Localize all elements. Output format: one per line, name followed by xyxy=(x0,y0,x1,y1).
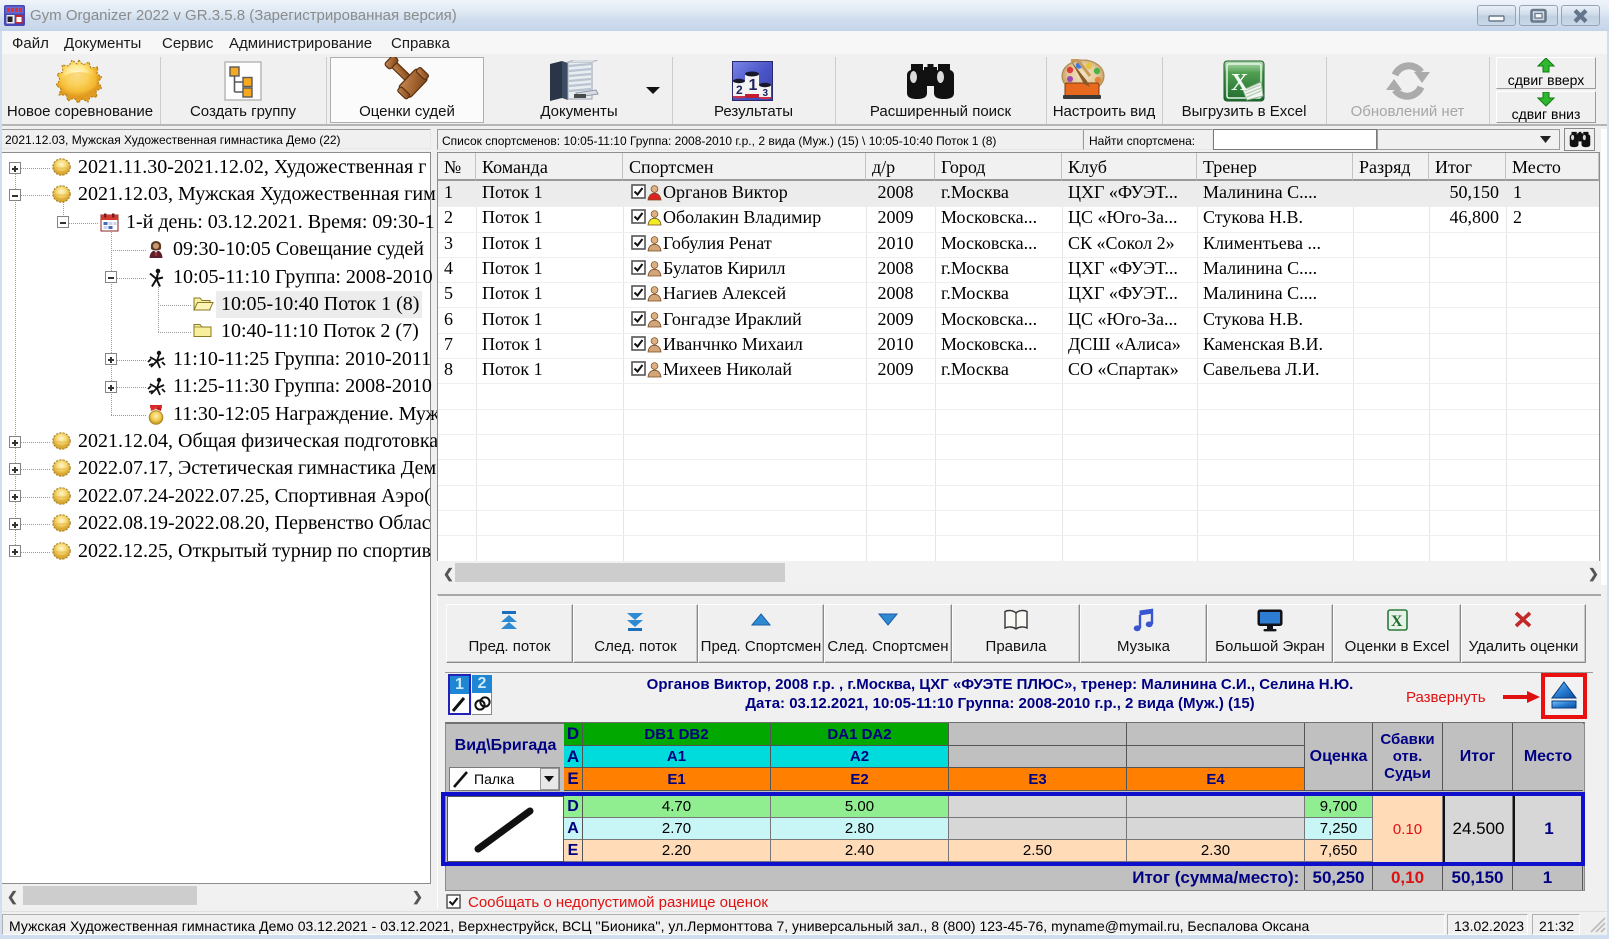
svg-text:3: 3 xyxy=(763,88,769,99)
svg-text:2: 2 xyxy=(736,83,743,97)
svg-text:X: X xyxy=(1391,613,1403,630)
svg-text:1: 1 xyxy=(749,77,758,94)
svg-text:X: X xyxy=(1231,70,1249,96)
